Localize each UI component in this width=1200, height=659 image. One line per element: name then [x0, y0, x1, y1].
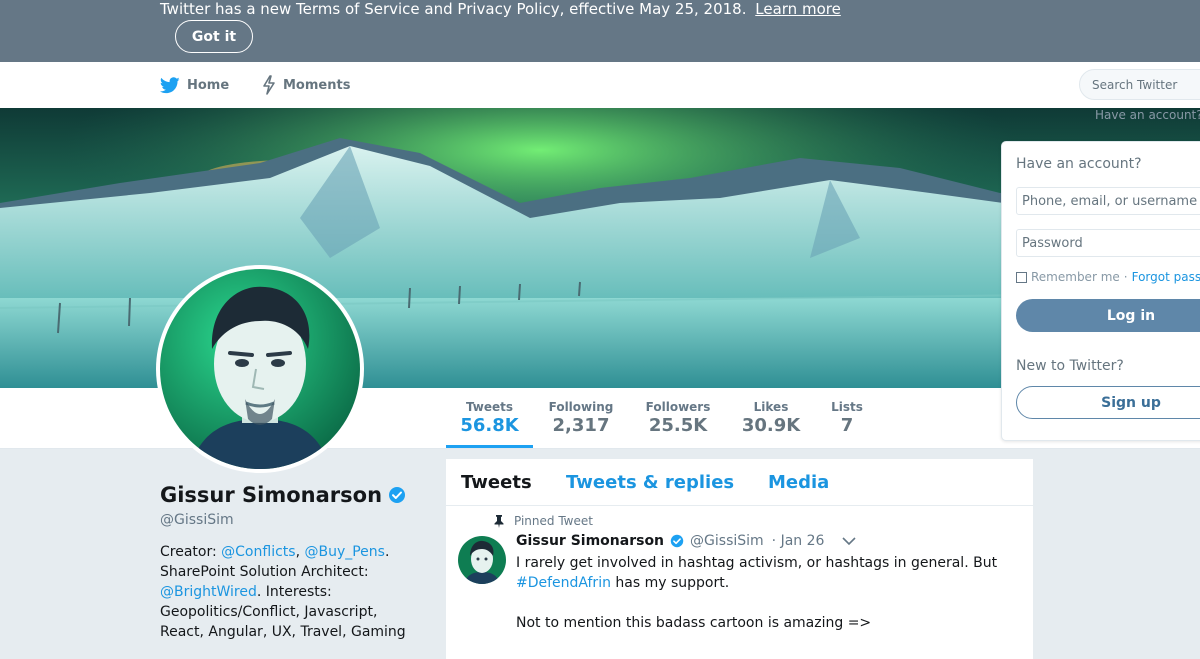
- chevron-down-icon[interactable]: [842, 536, 856, 546]
- bio-link-buy-pens[interactable]: @Buy_Pens: [304, 544, 385, 560]
- profile-name-text: Gissur Simonarson: [160, 483, 383, 507]
- stat-lists[interactable]: Lists 7: [822, 388, 872, 448]
- timeline-tabs: Tweets Tweets & replies Media: [446, 459, 1033, 506]
- verified-badge-icon: [388, 486, 406, 504]
- tab-tweets[interactable]: Tweets: [461, 459, 532, 505]
- new-to-twitter-title: New to Twitter?: [1016, 358, 1124, 374]
- profile-bio: Creator: @Conflicts, @Buy_Pens. SharePoi…: [160, 542, 420, 642]
- stat-tweets[interactable]: Tweets 56.8K: [446, 388, 533, 448]
- profile-name: Gissur Simonarson: [160, 483, 406, 507]
- timeline: Tweets Tweets & replies Media Pinned Twe…: [446, 459, 1033, 659]
- tweet-avatar[interactable]: [458, 536, 506, 584]
- profile-avatar[interactable]: [156, 265, 364, 473]
- remember-row: Remember me · Forgot password?: [1016, 270, 1200, 284]
- stat-value: 25.5K: [648, 415, 708, 436]
- stat-label: Lists: [831, 400, 863, 414]
- password-field[interactable]: Password: [1016, 229, 1200, 257]
- tweet-text-part: I rarely get involved in hashtag activis…: [516, 555, 998, 571]
- nav-home[interactable]: Home: [160, 62, 229, 108]
- login-button[interactable]: Log in: [1016, 299, 1200, 332]
- stat-likes[interactable]: Likes 30.9K: [736, 388, 806, 448]
- stat-value: 7: [840, 415, 854, 436]
- remember-label: Remember me: [1031, 270, 1120, 284]
- bio-link-brightwired[interactable]: @BrightWired: [160, 584, 257, 600]
- tweet-author-handle[interactable]: @GissiSim: [690, 533, 764, 549]
- tweet-header: Gissur Simonarson @GissiSim · Jan 26: [516, 533, 856, 549]
- terms-banner: Twitter has a new Terms of Service and P…: [0, 0, 1200, 62]
- tweet-text-part: Not to mention this badass cartoon is am…: [516, 615, 872, 631]
- remember-checkbox[interactable]: [1016, 271, 1027, 283]
- forgot-password-link[interactable]: Forgot password?: [1132, 270, 1200, 284]
- tweet-text: I rarely get involved in hashtag activis…: [516, 553, 1021, 633]
- stat-label: Tweets: [465, 400, 514, 414]
- stat-followers[interactable]: Followers 25.5K: [638, 388, 718, 448]
- learn-more-link[interactable]: Learn more: [755, 0, 841, 18]
- login-card: Have an account? Phone, email, or userna…: [1001, 141, 1200, 441]
- cover-login-hint: Have an account?: [1095, 108, 1200, 122]
- search-input[interactable]: Search Twitter: [1079, 69, 1200, 100]
- stat-value: 56.8K: [460, 415, 519, 436]
- stat-label: Following: [548, 400, 614, 414]
- bio-link-conflicts[interactable]: @Conflicts: [221, 544, 295, 560]
- banner-text: Twitter has a new Terms of Service and P…: [160, 0, 747, 18]
- top-nav: Home Moments: [0, 62, 1200, 109]
- twitter-bird-icon: [160, 76, 180, 94]
- tweet-timestamp[interactable]: · Jan 26: [772, 533, 825, 549]
- banner-message: Twitter has a new Terms of Service and P…: [160, 0, 841, 18]
- signup-button[interactable]: Sign up: [1016, 386, 1200, 419]
- tab-tweets-replies[interactable]: Tweets & replies: [566, 459, 734, 505]
- stat-label: Likes: [753, 400, 789, 414]
- profile-handle[interactable]: @GissiSim: [160, 512, 234, 528]
- login-title: Have an account?: [1016, 156, 1142, 172]
- bio-text: Creator:: [160, 544, 222, 560]
- pinned-tweet-text: Pinned Tweet: [514, 514, 593, 528]
- tab-media[interactable]: Media: [768, 459, 829, 505]
- nav-moments[interactable]: Moments: [262, 62, 350, 108]
- nav-home-label: Home: [187, 77, 230, 93]
- tweet-author-name[interactable]: Gissur Simonarson: [516, 533, 664, 549]
- stat-following[interactable]: Following 2,317: [540, 388, 622, 448]
- stat-value: 2,317: [552, 415, 610, 436]
- hashtag-link[interactable]: #DefendAfrin: [516, 575, 611, 591]
- stat-label: Followers: [645, 400, 711, 414]
- pin-icon: [494, 514, 504, 528]
- stat-value: 30.9K: [741, 415, 801, 436]
- username-field[interactable]: Phone, email, or username: [1016, 187, 1200, 215]
- nav-moments-label: Moments: [283, 77, 351, 93]
- separator-dot: ·: [1123, 270, 1128, 284]
- tweet-text-part: has my support.: [610, 575, 730, 591]
- lightning-icon: [262, 75, 276, 95]
- verified-badge-icon: [670, 534, 684, 548]
- got-it-button[interactable]: Got it: [175, 20, 253, 53]
- pinned-tweet-label: Pinned Tweet: [494, 514, 593, 528]
